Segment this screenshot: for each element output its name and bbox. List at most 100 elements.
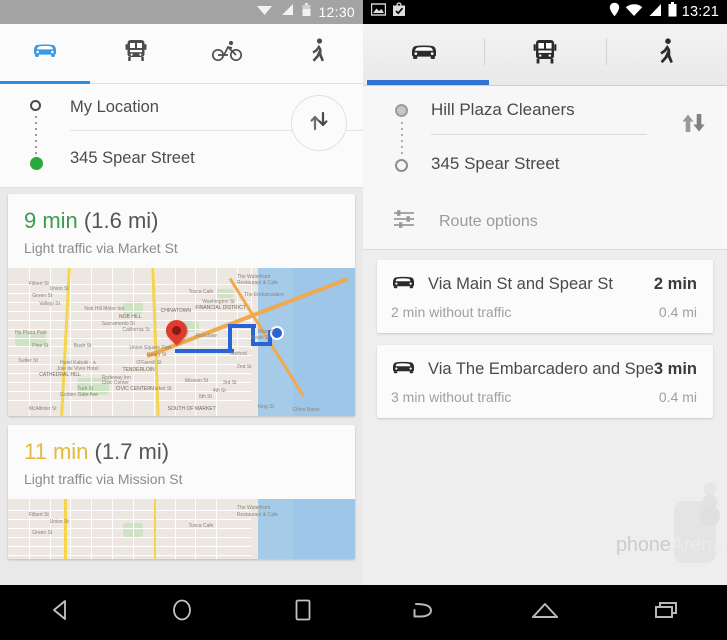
location-pin-icon	[609, 2, 620, 22]
left-route-results-list[interactable]: 9 min (1.6 mi) Light traffic via Market …	[0, 188, 363, 585]
battery-icon	[302, 2, 311, 22]
route-preview-map[interactable]: Filbert St Union St Green St Tosca Cafe …	[8, 499, 355, 559]
right-navigation-bar	[363, 585, 727, 640]
active-tab-indicator	[367, 80, 489, 85]
route-card-header: 11 min (1.7 mi) Light traffic via Missio…	[8, 425, 355, 499]
route-result-card[interactable]: Via Main St and Spear St 2 min 2 min wit…	[377, 260, 713, 333]
route-result-card[interactable]: Via The Embarcadero and Spe… 3 min 3 min…	[377, 345, 713, 418]
route-traffic-note: 2 min without traffic	[391, 304, 512, 320]
back-triangle-icon[interactable]	[48, 597, 74, 628]
car-icon	[408, 42, 440, 67]
route-traffic-subtitle: Light traffic via Market St	[24, 240, 178, 256]
route-result-card[interactable]: 11 min (1.7 mi) Light traffic via Missio…	[8, 425, 355, 559]
walking-icon	[656, 38, 677, 71]
battery-icon	[668, 2, 677, 22]
left-navigation-bar	[0, 585, 363, 640]
walking-icon	[308, 38, 328, 69]
route-traffic-subtitle: Light traffic via Mission St	[24, 471, 183, 487]
wifi-icon	[256, 3, 273, 21]
route-duration-line: 11 min (1.7 mi)	[24, 439, 339, 465]
bicycle-icon	[211, 40, 243, 67]
tab-cycling[interactable]	[182, 24, 273, 83]
dual-phone-comparison: 12:30 My Location 345 Spear Street 9 min…	[0, 0, 727, 640]
home-circle-icon[interactable]	[169, 596, 195, 629]
destination-marker-icon	[30, 157, 43, 170]
route-path	[174, 349, 234, 354]
tab-walking[interactable]	[272, 24, 363, 83]
right-travel-mode-tabs	[363, 24, 727, 86]
swap-locations-button[interactable]	[679, 111, 709, 140]
tab-driving[interactable]	[363, 24, 484, 85]
signal-icon	[280, 3, 295, 21]
route-duration: 11 min	[24, 439, 89, 464]
route-distance: 0.4 mi	[658, 304, 697, 320]
left-route-markers	[30, 100, 44, 172]
right-route-markers	[395, 104, 409, 174]
route-dotted-connector	[401, 122, 403, 158]
route-card-main-row: Via Main St and Spear St 2 min	[391, 274, 697, 295]
route-options-row[interactable]: Route options	[363, 194, 727, 250]
home-pentagon-icon[interactable]	[529, 599, 561, 626]
signal-icon	[648, 3, 663, 22]
route-card-sub-row: 3 min without traffic 0.4 mi	[391, 389, 697, 405]
route-card-main-row: Via The Embarcadero and Spe… 3 min	[391, 359, 697, 380]
checked-bag-icon	[392, 2, 406, 22]
route-traffic-note: 3 min without traffic	[391, 389, 512, 405]
sliders-settings-icon	[393, 208, 415, 235]
train-icon	[125, 39, 147, 68]
car-icon	[30, 41, 60, 66]
right-route-input-panel: Hill Plaza Cleaners 345 Spear Street	[363, 86, 727, 194]
route-distance: (1.7 mi)	[94, 439, 170, 464]
route-card-sub-row: 2 min without traffic 0.4 mi	[391, 304, 697, 320]
watermark-logo-icon	[668, 479, 724, 565]
destination-field[interactable]: 345 Spear Street	[431, 154, 560, 174]
route-duration: 2 min	[653, 275, 697, 293]
tab-walking[interactable]	[605, 24, 727, 85]
route-preview-map[interactable]: Filbert St Union St Green St Vallejo St …	[8, 268, 355, 416]
origin-field[interactable]: My Location	[70, 98, 159, 117]
route-duration-line: 9 min (1.6 mi)	[24, 208, 339, 234]
route-result-card[interactable]: 9 min (1.6 mi) Light traffic via Market …	[8, 194, 355, 416]
phonearena-watermark: phoneArena	[595, 475, 727, 585]
left-route-input-panel: My Location 345 Spear Street	[0, 84, 363, 188]
right-status-time: 13:21	[681, 4, 719, 20]
recents-square-icon[interactable]	[290, 596, 316, 629]
swap-vertical-icon	[308, 109, 330, 138]
route-via-label: Via Main St and Spear St	[428, 275, 613, 293]
route-duration: 3 min	[653, 360, 697, 378]
watermark-text-first: phone	[616, 534, 671, 556]
right-phone-screen: 13:21 Hill Plaza Cleaners 345 Spear Stre…	[363, 0, 727, 640]
swap-locations-button[interactable]	[291, 95, 347, 151]
train-icon	[533, 39, 557, 70]
origin-field[interactable]: Hill Plaza Cleaners	[431, 100, 575, 120]
route-options-label: Route options	[439, 212, 538, 230]
route-via-label: Via The Embarcadero and Spe…	[428, 360, 654, 378]
route-card-header: 9 min (1.6 mi) Light traffic via Market …	[8, 194, 355, 268]
tab-transit[interactable]	[91, 24, 182, 83]
screenshot-image-icon	[370, 3, 387, 21]
tab-transit[interactable]	[484, 24, 605, 85]
right-route-results-list[interactable]: Via Main St and Spear St 2 min 2 min wit…	[363, 250, 727, 585]
left-phone-screen: 12:30 My Location 345 Spear Street 9 min…	[0, 0, 363, 640]
route-duration: 9 min	[24, 208, 78, 233]
recents-stack-icon[interactable]	[652, 598, 682, 627]
left-status-time: 12:30	[318, 4, 355, 20]
tab-driving[interactable]	[0, 24, 91, 83]
destination-marker-icon	[395, 159, 408, 172]
left-status-bar: 12:30	[0, 0, 363, 24]
watermark-text: phoneArena	[616, 534, 723, 557]
wifi-icon	[625, 3, 643, 22]
field-divider	[431, 134, 647, 135]
destination-field[interactable]: 345 Spear Street	[70, 149, 195, 168]
swap-vertical-icon	[679, 114, 709, 139]
right-status-bar: 13:21	[363, 0, 727, 24]
route-distance: (1.6 mi)	[83, 208, 159, 233]
left-travel-mode-tabs	[0, 24, 363, 84]
back-arrow-icon[interactable]	[408, 598, 438, 627]
origin-marker-icon	[395, 104, 408, 117]
route-distance: 0.4 mi	[658, 389, 697, 405]
car-icon	[391, 359, 417, 380]
car-icon	[391, 274, 417, 295]
origin-marker-icon	[30, 100, 41, 111]
watermark-text-second: Arena	[670, 534, 724, 556]
